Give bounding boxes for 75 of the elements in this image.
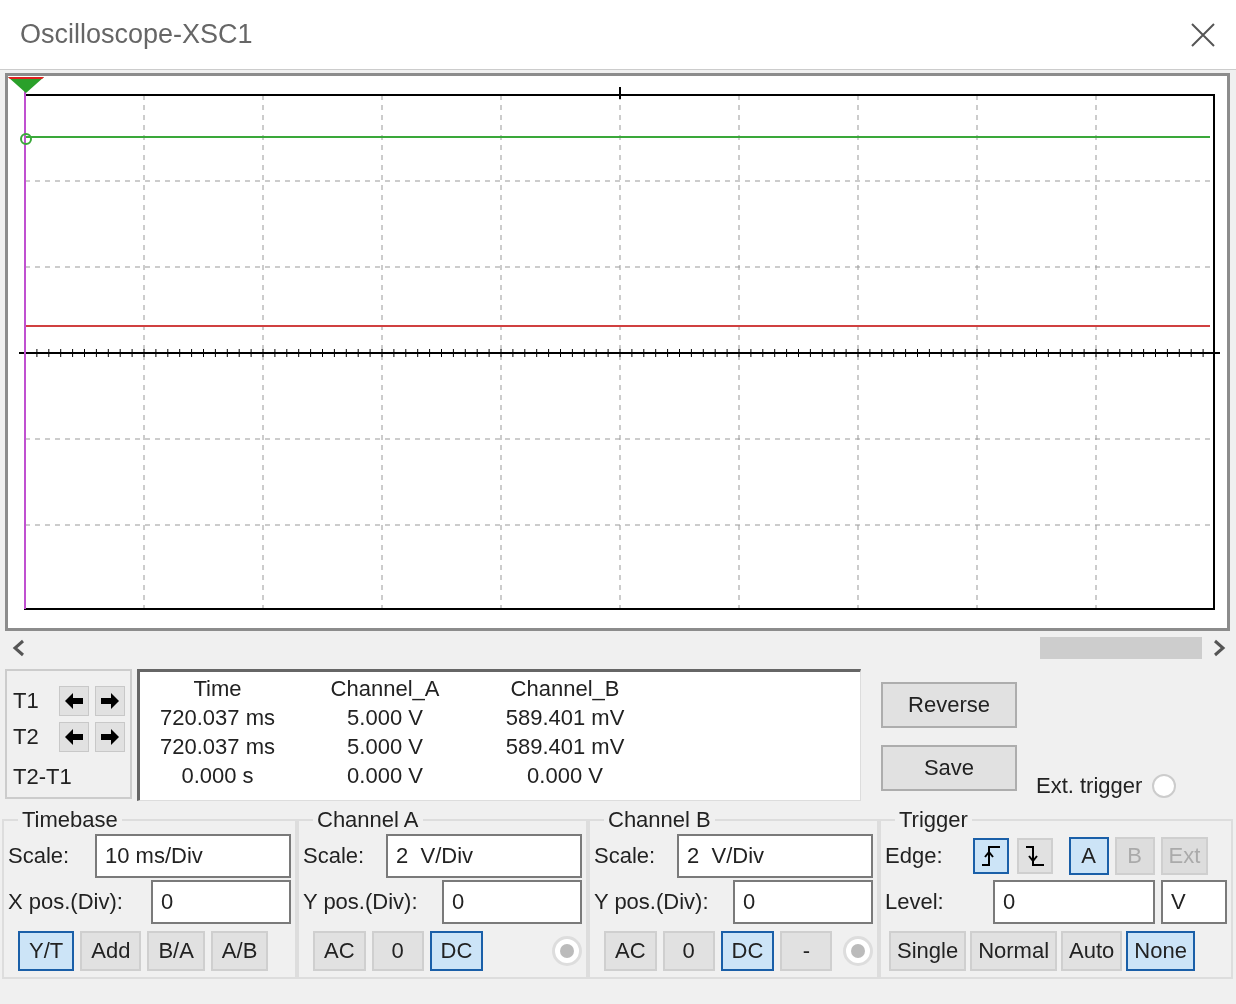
coupling-button[interactable]: AC (313, 931, 366, 971)
cursor-label: T2-T1 (13, 764, 72, 790)
column-header: Time (192, 675, 243, 703)
trigger-mode-button[interactable]: Normal (970, 931, 1058, 971)
mode-button[interactable]: B/A (147, 931, 205, 971)
coupling-button[interactable]: 0 (371, 931, 424, 971)
scroll-right-icon[interactable] (1212, 639, 1226, 657)
coupling-button[interactable]: 0 (662, 931, 715, 971)
reading-cell-text: 0.000 V (346, 762, 424, 790)
mode-button[interactable]: Y/T (18, 931, 75, 971)
field-label: Scale: (303, 843, 365, 869)
right-arrow-icon (100, 692, 120, 710)
scrollbar-thumb[interactable] (1040, 637, 1202, 659)
trace-marker-icon (20, 133, 32, 145)
channel-radio[interactable] (552, 936, 582, 966)
reading-cell-text: 720.037 ms (159, 733, 276, 761)
coupling-button[interactable]: DC (429, 931, 484, 971)
field-label: Y pos.(Div): (594, 889, 709, 915)
field-label: Edge: (885, 843, 943, 869)
column-header: Channel_B (509, 675, 621, 703)
move-right-button[interactable] (95, 686, 125, 716)
left-arrow-icon (64, 692, 84, 710)
position-field[interactable]: 0 (442, 880, 582, 924)
mode-button[interactable]: Add (80, 931, 142, 971)
position-field[interactable]: 0 (733, 880, 873, 924)
window-title: Oscilloscope-XSC1 (20, 19, 253, 50)
field-label: Level: (885, 889, 944, 915)
coupling-button[interactable]: AC (604, 931, 657, 971)
edge-button[interactable] (972, 838, 1009, 874)
scale-field[interactable]: 2 V/Div (386, 834, 582, 878)
reading-cell-text: 0.000 s (180, 762, 255, 790)
group-title: Channel A (316, 807, 420, 833)
reading-cell-text: 0.000 V (526, 762, 604, 790)
field-label: Scale: (8, 843, 70, 869)
column-header: Channel_A (329, 675, 441, 703)
mode-button[interactable]: A/B (210, 931, 269, 971)
action-button[interactable]: Reverse (881, 682, 1017, 728)
reading-cell-text: 5.000 V (346, 704, 424, 732)
close-icon[interactable] (1190, 21, 1216, 48)
channel-radio[interactable] (843, 936, 873, 966)
field-label: Scale: (594, 843, 656, 869)
unit-field[interactable]: V (1161, 880, 1227, 924)
trigger-mode-button[interactable]: Single (889, 931, 967, 971)
move-left-button[interactable] (59, 722, 89, 752)
scale-field[interactable]: 10 ms/Div (95, 834, 291, 878)
group-title: Timebase (21, 807, 119, 833)
ext-trigger-radio[interactable] (1152, 774, 1177, 798)
cursor-handle-icon[interactable] (8, 77, 44, 93)
coupling-button[interactable]: DC (720, 931, 775, 971)
position-field[interactable]: 0 (151, 880, 291, 924)
cursor-label: T1 (13, 688, 40, 714)
field-label: Y pos.(Div): (303, 889, 418, 915)
cursor-label: T2 (13, 724, 40, 750)
source-button[interactable]: A (1068, 837, 1109, 875)
left-arrow-icon (64, 728, 84, 746)
group-title: Trigger (898, 807, 969, 833)
scale-field[interactable]: 2 V/Div (677, 834, 873, 878)
right-arrow-icon (100, 728, 120, 746)
ext-trigger-label: Ext. trigger (1036, 773, 1143, 799)
move-left-button[interactable] (59, 686, 89, 716)
reading-cell-text: 5.000 V (346, 733, 424, 761)
group-title: Channel B (607, 807, 712, 833)
reading-cell-text: 589.401 mV (504, 704, 626, 732)
reading-cell-text: 589.401 mV (504, 733, 626, 761)
action-button[interactable]: Save (881, 745, 1017, 791)
coupling-button[interactable]: - (780, 931, 833, 971)
move-right-button[interactable] (95, 722, 125, 752)
trigger-mode-button[interactable]: Auto (1061, 931, 1123, 971)
scroll-left-icon[interactable] (12, 639, 26, 657)
reading-cell-text: 720.037 ms (159, 704, 276, 732)
field-label: X pos.(Div): (8, 889, 123, 915)
level-field[interactable]: 0 (993, 880, 1155, 924)
rising-edge-icon (980, 845, 1001, 867)
trigger-mode-button[interactable]: None (1126, 931, 1195, 971)
falling-edge-icon (1024, 845, 1045, 867)
